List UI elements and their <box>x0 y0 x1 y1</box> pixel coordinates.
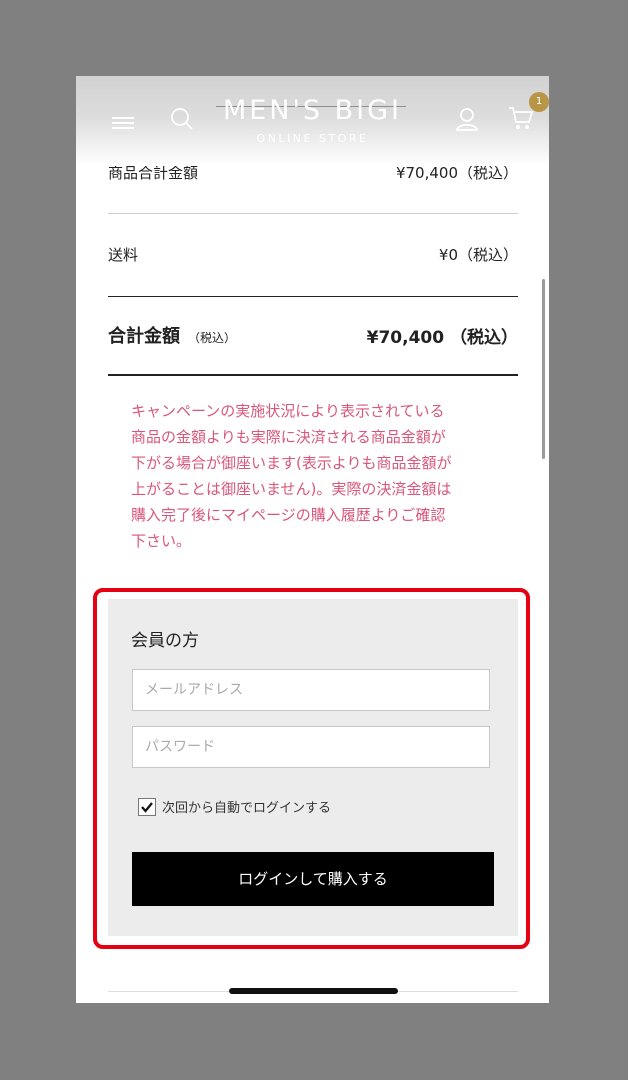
total-row: 合計金額 （税込） ¥70,400 （税込） <box>108 322 518 348</box>
site-header: MEN'S BIGI ONLINE STORE 1 <box>76 76 549 166</box>
shipping-value: ¥0（税込） <box>438 245 518 264</box>
price-notice: キャンペーンの実施状況により表示されている 商品の金額よりも実際に決済される商品… <box>131 402 452 550</box>
divider <box>108 374 518 376</box>
divider <box>108 296 518 297</box>
cart-count-badge: 1 <box>529 92 549 112</box>
highlight-frame <box>93 588 530 949</box>
shipping-row: 送料 ¥0（税込） <box>108 242 518 266</box>
total-tax-note: （税込） <box>188 331 237 345</box>
shipping-label: 送料 <box>108 245 139 264</box>
total-value: ¥70,400 （税込） <box>366 327 518 348</box>
home-indicator[interactable] <box>229 988 398 994</box>
account-icon[interactable] <box>454 106 480 136</box>
divider <box>108 213 518 214</box>
total-label: 合計金額 （税込） <box>108 326 237 347</box>
scrollbar[interactable] <box>542 279 545 459</box>
